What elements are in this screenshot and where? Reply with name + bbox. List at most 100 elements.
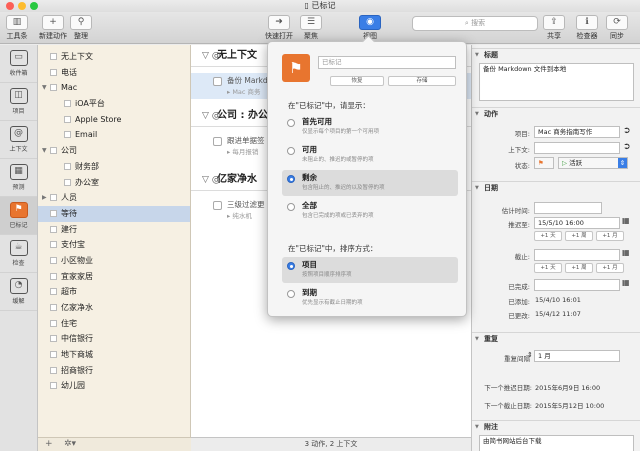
show-option-1[interactable]: 可用 未阻止的、推迟的或暂停的项 xyxy=(282,142,458,168)
radio-button[interactable] xyxy=(287,119,295,127)
context-item[interactable]: ▼ Mac xyxy=(38,80,190,96)
context-item[interactable]: 办公室 xyxy=(38,175,190,191)
radio-button[interactable] xyxy=(287,203,295,211)
calendar-icon[interactable]: ▦ xyxy=(622,248,630,257)
calendar-icon[interactable]: ▦ xyxy=(622,278,630,287)
calendar-icon[interactable]: ▦ xyxy=(622,216,630,225)
task-checkbox[interactable] xyxy=(213,137,222,146)
disclosure-triangle-icon[interactable]: ▼ xyxy=(42,143,47,159)
context-checkbox[interactable] xyxy=(50,256,57,264)
close-icon[interactable] xyxy=(6,2,14,10)
repeat-section-header[interactable]: 重复 xyxy=(472,332,640,345)
repeat-menu-icon[interactable]: ⇕ xyxy=(527,351,533,359)
perspective-projects[interactable]: ◫ 项目 xyxy=(0,83,37,121)
perspective-clock[interactable]: ◔ 缓解 xyxy=(0,273,37,311)
context-checkbox[interactable] xyxy=(50,304,57,311)
search-field[interactable]: ⌕ 搜索 xyxy=(412,16,538,31)
context-item[interactable]: 亿家净水 xyxy=(38,300,190,316)
context-item[interactable]: 电话 xyxy=(38,65,190,81)
title-field[interactable]: 备份 Markdown 文件到本地 xyxy=(479,63,634,101)
restore-button[interactable]: 恢复 xyxy=(330,76,384,86)
context-checkbox[interactable] xyxy=(50,272,57,280)
estimate-field[interactable] xyxy=(534,202,602,214)
context-checkbox[interactable] xyxy=(50,194,57,202)
defer-plus-week-button[interactable]: +1 周 xyxy=(565,231,593,241)
context-checkbox[interactable] xyxy=(50,225,57,233)
note-field[interactable]: 由简书网站后台下载 xyxy=(479,435,634,451)
context-item[interactable]: 等待 xyxy=(38,205,190,222)
context-item[interactable]: 小区物业 xyxy=(38,253,190,269)
status-popup[interactable]: ▷ 活跃 ⇕ xyxy=(558,157,628,169)
defer-field[interactable]: 15/5/10 16:00 xyxy=(534,217,620,229)
due-field[interactable] xyxy=(534,249,620,261)
toolbar-button-share[interactable]: ⇪ 共享 xyxy=(543,15,565,41)
minimize-icon[interactable] xyxy=(18,2,26,10)
context-item[interactable]: 幼儿园 xyxy=(38,378,190,394)
perspective-inbox[interactable]: ▭ 收件箱 xyxy=(0,45,37,83)
sort-option-1[interactable]: 到期 优先显示有截止日期的项 xyxy=(282,285,458,311)
context-item[interactable]: 无上下文 xyxy=(38,49,190,65)
radio-button[interactable] xyxy=(287,290,295,298)
context-item[interactable]: 支付宝 xyxy=(38,237,190,253)
context-checkbox[interactable] xyxy=(50,241,57,249)
perspective-flag[interactable]: ⚑ 已标记 xyxy=(0,197,37,235)
context-item[interactable]: ▶ 人员 xyxy=(38,190,190,206)
context-field[interactable] xyxy=(534,142,620,154)
due-plus-week-button[interactable]: +1 周 xyxy=(565,263,593,273)
context-checkbox[interactable] xyxy=(50,53,57,60)
go-to-project-icon[interactable]: ➲ xyxy=(623,126,631,136)
task-checkbox[interactable] xyxy=(213,77,222,86)
context-item[interactable]: 建行 xyxy=(38,222,190,238)
context-checkbox[interactable] xyxy=(50,147,57,155)
flag-toggle[interactable]: ⚑ xyxy=(534,157,554,169)
defer-plus-month-button[interactable]: +1 月 xyxy=(596,231,624,241)
context-checkbox[interactable] xyxy=(50,68,57,76)
note-section-header[interactable]: 附注 xyxy=(472,420,640,433)
perspective-name-field[interactable]: 已标记 xyxy=(318,56,456,69)
show-option-2[interactable]: 剩余 包含阻止的、推迟的以及暂停的项 xyxy=(282,170,458,196)
context-item[interactable]: Apple Store xyxy=(38,112,190,128)
context-checkbox[interactable] xyxy=(50,84,57,92)
add-context-button[interactable]: + xyxy=(45,439,53,449)
context-checkbox[interactable] xyxy=(64,100,71,108)
context-checkbox[interactable] xyxy=(50,351,57,359)
context-checkbox[interactable] xyxy=(64,115,71,123)
completed-field[interactable] xyxy=(534,279,620,291)
context-checkbox[interactable] xyxy=(50,335,57,343)
context-item[interactable]: 地下商城 xyxy=(38,347,190,363)
repeat-interval-field[interactable]: 1 月 xyxy=(534,350,620,362)
context-item[interactable]: ▼ 公司 xyxy=(38,143,190,159)
context-item[interactable]: 超市 xyxy=(38,284,190,300)
radio-button[interactable] xyxy=(287,175,295,183)
action-section-header[interactable]: 动作 xyxy=(472,107,640,120)
context-item[interactable]: 住宅 xyxy=(38,316,190,332)
disclosure-triangle-icon[interactable]: ▼ xyxy=(42,80,47,96)
title-section-header[interactable]: 标题 xyxy=(472,48,640,61)
defer-plus-day-button[interactable]: +1 天 xyxy=(534,231,562,241)
toolbar-button-plus[interactable]: + 新建动作 xyxy=(39,15,67,41)
toolbar-button-sidebar-toggle[interactable]: ▥ 工具条 xyxy=(6,15,28,41)
perspective-forecast[interactable]: ▦ 预测 xyxy=(0,159,37,197)
toolbar-button-sync[interactable]: ⟳ 同步 xyxy=(606,15,628,41)
gear-icon[interactable]: ✲▾ xyxy=(64,439,76,449)
radio-button[interactable] xyxy=(287,262,295,270)
context-item[interactable]: 招商银行 xyxy=(38,363,190,379)
context-item[interactable]: 中信银行 xyxy=(38,331,190,347)
context-checkbox[interactable] xyxy=(64,131,71,139)
context-item[interactable]: Email xyxy=(38,127,190,143)
project-field[interactable]: Mac 商务指南写作 xyxy=(534,126,620,138)
perspective-coffee[interactable]: ☕ 检查 xyxy=(0,235,37,273)
context-checkbox[interactable] xyxy=(64,162,71,170)
toolbar-button-list[interactable]: ☰ 聚焦 xyxy=(300,15,322,41)
dates-section-header[interactable]: 日期 xyxy=(472,181,640,194)
go-to-context-icon[interactable]: ➲ xyxy=(623,142,631,152)
context-item[interactable]: 财务部 xyxy=(38,159,190,175)
context-checkbox[interactable] xyxy=(50,288,57,296)
save-button[interactable]: 存储 xyxy=(388,76,456,86)
radio-button[interactable] xyxy=(287,147,295,155)
context-item[interactable]: 宜家家居 xyxy=(38,269,190,285)
context-checkbox[interactable] xyxy=(50,209,57,217)
perspective-at[interactable]: @ 上下文 xyxy=(0,121,37,159)
zoom-icon[interactable] xyxy=(30,2,38,10)
context-item[interactable]: iOA平台 xyxy=(38,96,190,112)
